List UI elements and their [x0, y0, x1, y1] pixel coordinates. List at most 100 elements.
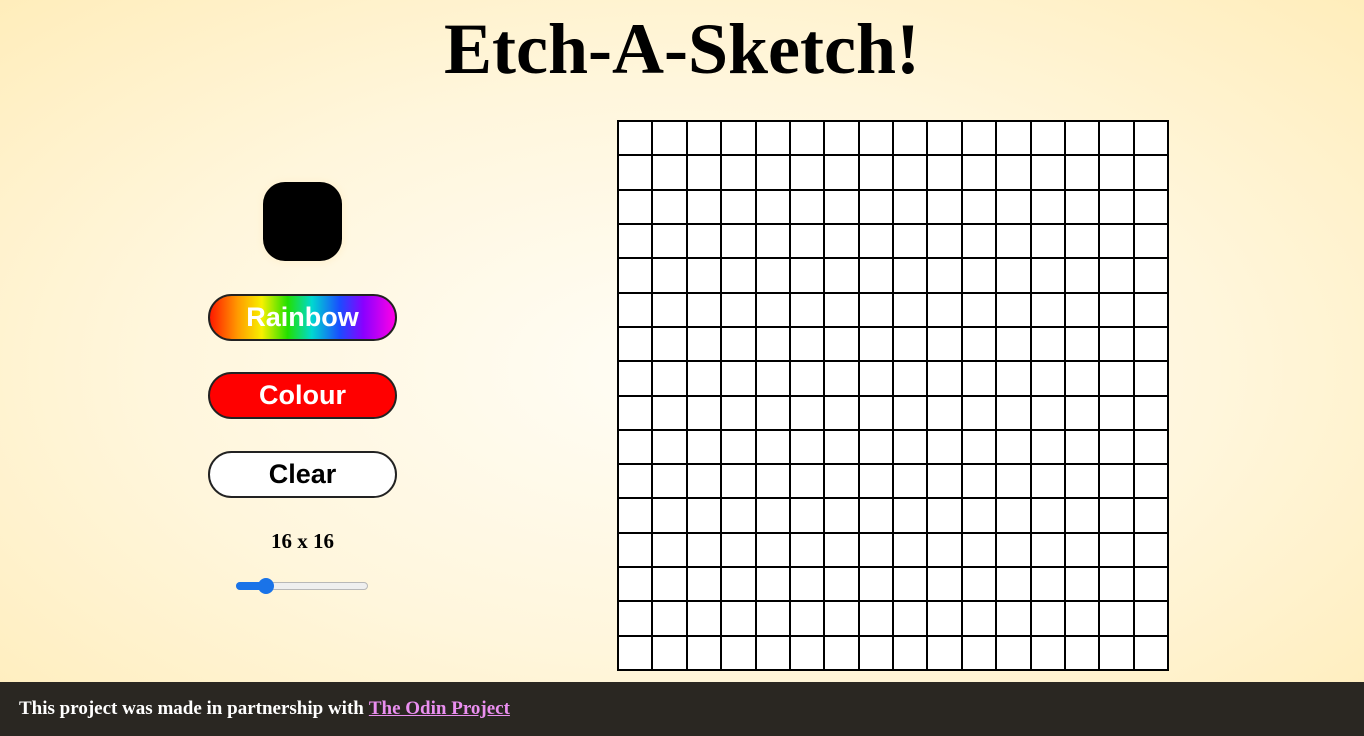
grid-cell[interactable] — [1134, 499, 1167, 532]
grid-cell[interactable] — [1031, 224, 1064, 258]
grid-cell[interactable] — [859, 499, 892, 532]
grid-cell[interactable] — [928, 533, 961, 567]
grid-cell[interactable] — [928, 190, 961, 223]
grid-cell[interactable] — [1134, 122, 1167, 155]
grid-cell[interactable] — [653, 636, 686, 669]
grid-cell[interactable] — [619, 293, 652, 326]
grid-cell[interactable] — [962, 327, 996, 361]
grid-cell[interactable] — [1065, 636, 1099, 669]
grid-cell[interactable] — [790, 465, 824, 498]
grid-cell[interactable] — [1100, 499, 1133, 532]
grid-cell[interactable] — [1031, 259, 1064, 292]
grid-cell[interactable] — [928, 499, 961, 532]
grid-cell[interactable] — [1065, 224, 1099, 258]
grid-cell[interactable] — [687, 396, 721, 429]
grid-cell[interactable] — [1031, 293, 1064, 326]
grid-cell[interactable] — [1031, 465, 1064, 498]
grid-cell[interactable] — [653, 533, 686, 567]
grid-cell[interactable] — [928, 602, 961, 635]
grid-cell[interactable] — [653, 190, 686, 223]
grid-cell[interactable] — [1100, 327, 1133, 361]
grid-cell[interactable] — [894, 327, 927, 361]
grid-cell[interactable] — [1100, 293, 1133, 326]
grid-cell[interactable] — [1100, 465, 1133, 498]
grid-cell[interactable] — [687, 430, 721, 464]
grid-cell[interactable] — [756, 190, 789, 223]
grid-cell[interactable] — [825, 465, 858, 498]
grid-cell[interactable] — [825, 568, 858, 601]
grid-cell[interactable] — [790, 190, 824, 223]
grid-cell[interactable] — [928, 293, 961, 326]
grid-cell[interactable] — [1031, 156, 1064, 189]
grid-cell[interactable] — [722, 259, 755, 292]
grid-cell[interactable] — [619, 568, 652, 601]
grid-cell[interactable] — [997, 430, 1030, 464]
grid-cell[interactable] — [790, 396, 824, 429]
grid-cell[interactable] — [687, 259, 721, 292]
grid-cell[interactable] — [722, 122, 755, 155]
grid-cell[interactable] — [997, 190, 1030, 223]
grid-cell[interactable] — [687, 636, 721, 669]
grid-cell[interactable] — [619, 224, 652, 258]
grid-cell[interactable] — [790, 259, 824, 292]
grid-cell[interactable] — [790, 636, 824, 669]
grid-cell[interactable] — [894, 396, 927, 429]
grid-cell[interactable] — [619, 122, 652, 155]
grid-cell[interactable] — [1100, 362, 1133, 395]
grid-cell[interactable] — [1100, 122, 1133, 155]
grid-cell[interactable] — [756, 293, 789, 326]
grid-cell[interactable] — [825, 122, 858, 155]
grid-cell[interactable] — [859, 362, 892, 395]
grid-cell[interactable] — [894, 499, 927, 532]
grid-cell[interactable] — [962, 362, 996, 395]
grid-cell[interactable] — [894, 533, 927, 567]
grid-cell[interactable] — [894, 293, 927, 326]
rainbow-button[interactable]: Rainbow — [208, 294, 397, 341]
grid-cell[interactable] — [790, 122, 824, 155]
grid-cell[interactable] — [756, 568, 789, 601]
grid-cell[interactable] — [1100, 568, 1133, 601]
sketch-grid[interactable] — [617, 120, 1169, 671]
grid-cell[interactable] — [722, 568, 755, 601]
grid-cell[interactable] — [859, 465, 892, 498]
grid-cell[interactable] — [894, 122, 927, 155]
grid-cell[interactable] — [790, 499, 824, 532]
grid-cell[interactable] — [859, 224, 892, 258]
grid-cell[interactable] — [1134, 224, 1167, 258]
grid-cell[interactable] — [653, 259, 686, 292]
grid-cell[interactable] — [825, 293, 858, 326]
grid-cell[interactable] — [653, 327, 686, 361]
grid-cell[interactable] — [997, 396, 1030, 429]
grid-cell[interactable] — [653, 396, 686, 429]
grid-cell[interactable] — [1100, 602, 1133, 635]
grid-cell[interactable] — [653, 430, 686, 464]
grid-cell[interactable] — [619, 430, 652, 464]
grid-cell[interactable] — [722, 533, 755, 567]
grid-cell[interactable] — [1100, 224, 1133, 258]
clear-button[interactable]: Clear — [208, 451, 397, 498]
grid-cell[interactable] — [653, 568, 686, 601]
grid-cell[interactable] — [825, 362, 858, 395]
grid-cell[interactable] — [790, 362, 824, 395]
grid-cell[interactable] — [722, 430, 755, 464]
grid-cell[interactable] — [962, 430, 996, 464]
grid-cell[interactable] — [962, 636, 996, 669]
grid-cell[interactable] — [756, 224, 789, 258]
grid-cell[interactable] — [962, 499, 996, 532]
grid-cell[interactable] — [928, 465, 961, 498]
grid-cell[interactable] — [687, 156, 721, 189]
grid-cell[interactable] — [756, 465, 789, 498]
grid-cell[interactable] — [1100, 430, 1133, 464]
grid-cell[interactable] — [1100, 636, 1133, 669]
grid-cell[interactable] — [997, 568, 1030, 601]
grid-cell[interactable] — [1065, 396, 1099, 429]
grid-cell[interactable] — [928, 259, 961, 292]
grid-cell[interactable] — [997, 293, 1030, 326]
grid-cell[interactable] — [997, 259, 1030, 292]
grid-cell[interactable] — [756, 259, 789, 292]
grid-size-slider[interactable] — [236, 575, 368, 599]
grid-cell[interactable] — [722, 156, 755, 189]
grid-cell[interactable] — [859, 156, 892, 189]
grid-cell[interactable] — [1065, 533, 1099, 567]
grid-cell[interactable] — [962, 259, 996, 292]
